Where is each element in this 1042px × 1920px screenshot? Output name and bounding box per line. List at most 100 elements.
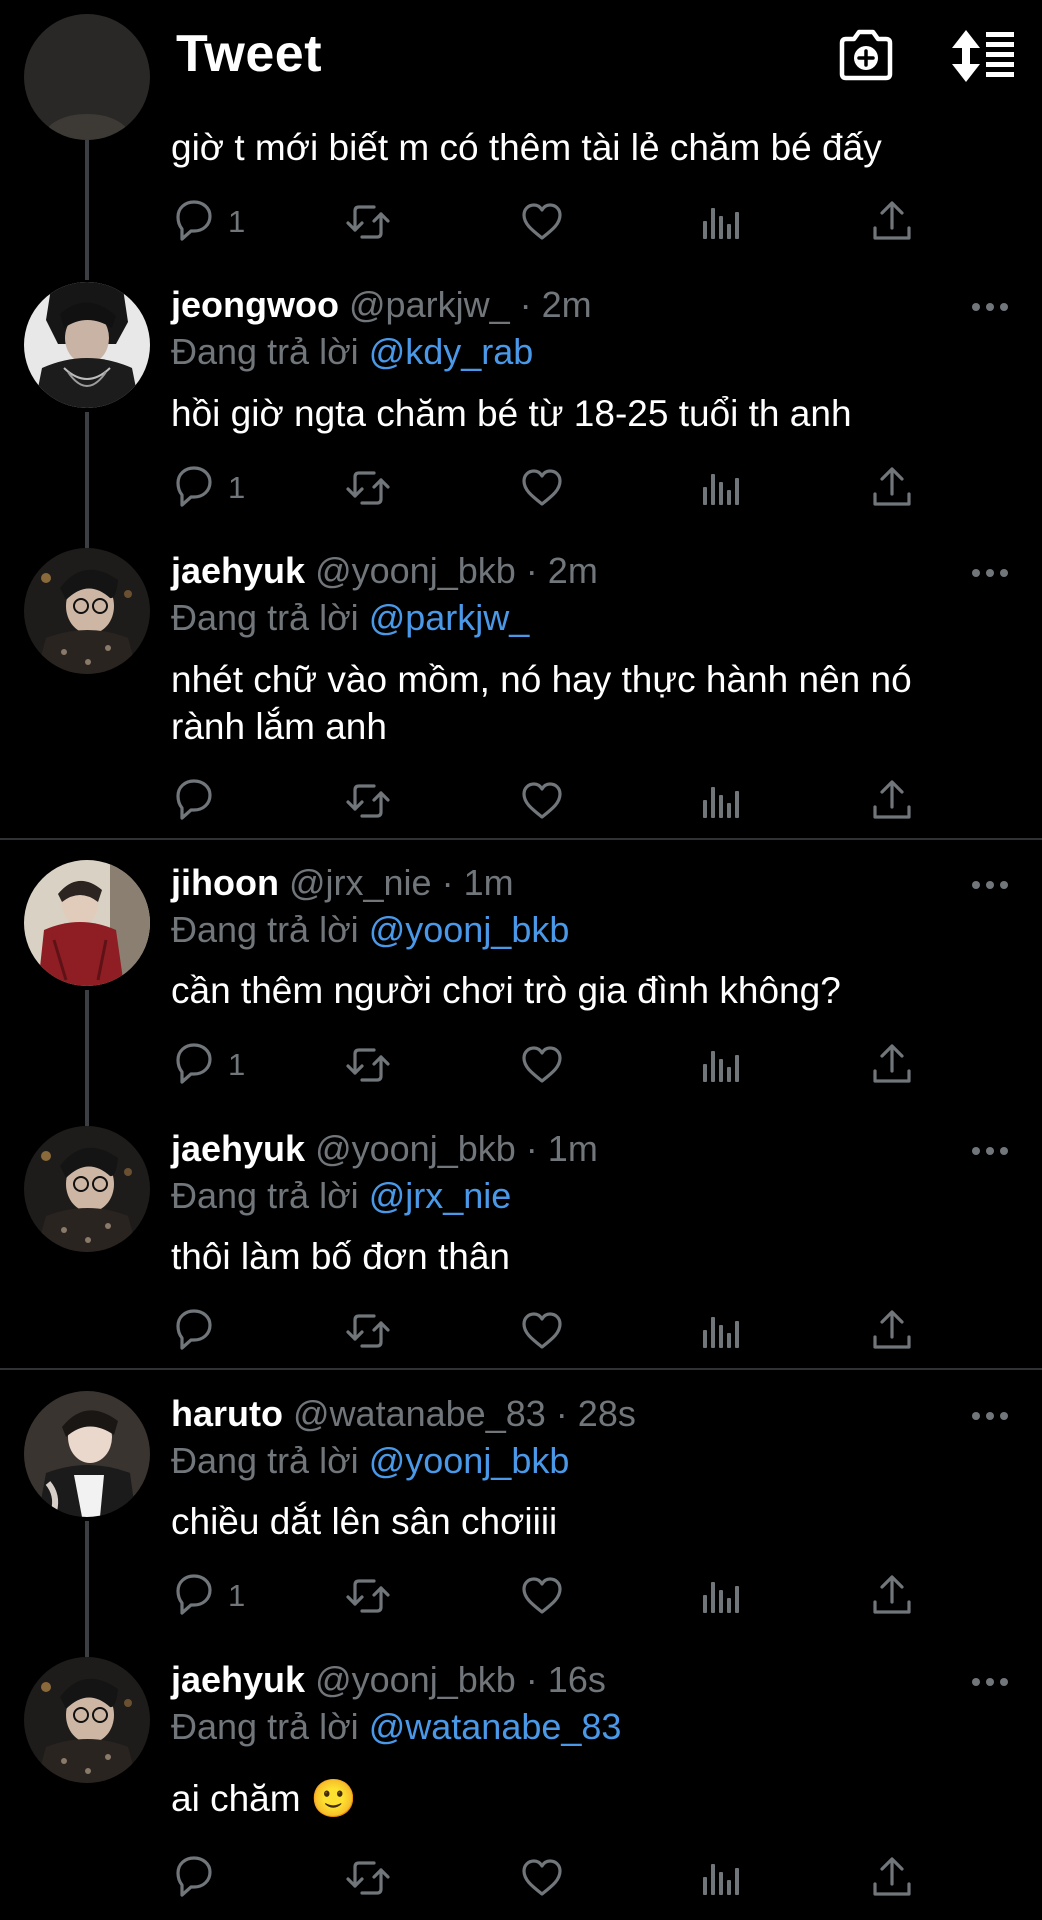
avatar[interactable] [24,1126,150,1252]
reply-button[interactable] [170,776,228,826]
separator-dot: · [525,1128,538,1169]
reply-button[interactable]: 1 [170,1571,245,1621]
display-name[interactable]: jaehyuk [171,1659,305,1700]
analytics-button[interactable] [695,1040,743,1090]
reply-count: 1 [228,1047,246,1082]
sort-button[interactable] [950,28,1016,84]
more-options-button[interactable] [970,878,1010,890]
tweet-text: ai chăm 🙂 [171,1778,357,1819]
share-icon [873,201,911,240]
replying-to-mention[interactable]: @kdy_rab [369,331,534,372]
display-name[interactable]: jihoon [171,862,279,903]
tweet-header: jeongwoo @parkjw_ · 2m [171,282,592,328]
tweet-text: thôi làm bố đơn thân [171,1236,510,1277]
reply-button[interactable] [170,1306,228,1356]
replying-to-label: Đang trả lời [171,1706,359,1747]
analytics-button[interactable] [695,197,743,247]
more-options-button[interactable] [970,300,1010,312]
retweet-button[interactable] [344,1306,392,1356]
retweet-button[interactable] [344,1040,392,1090]
tweet-actions: 1 [0,1040,1042,1090]
timestamp: 1m [463,862,514,903]
display-name[interactable]: jaehyuk [171,550,305,591]
like-button[interactable] [518,1306,566,1356]
user-handle[interactable]: @jrx_nie [289,862,432,903]
analytics-button[interactable] [695,776,743,826]
user-handle[interactable]: @yoonj_bkb [315,1659,516,1700]
share-button[interactable] [868,1853,916,1903]
reply-button[interactable] [170,1853,228,1903]
bar-chart-icon [703,1051,739,1082]
like-button[interactable] [518,197,566,247]
replying-to-mention[interactable]: @jrx_nie [369,1175,512,1216]
like-button[interactable] [518,776,566,826]
more-horizontal-icon [972,303,1008,311]
avatar[interactable] [24,548,150,674]
share-icon [873,1575,911,1614]
like-button[interactable] [518,1571,566,1621]
user-handle[interactable]: @yoonj_bkb [315,1128,516,1169]
heart-icon [522,1577,562,1614]
bar-chart-icon [703,1317,739,1348]
reply-button[interactable]: 1 [170,1040,245,1090]
retweet-button[interactable] [344,463,392,513]
share-button[interactable] [868,1040,916,1090]
retweet-button[interactable] [344,776,392,826]
replying-to: Đang trả lời @watanabe_83 [171,1704,621,1750]
replying-to-label: Đang trả lời [171,597,359,638]
avatar-image [24,1391,150,1517]
display-name[interactable]: jaehyuk [171,1128,305,1169]
analytics-button[interactable] [695,1306,743,1356]
tweet-header: jihoon @jrx_nie · 1m [171,860,514,906]
share-button[interactable] [868,197,916,247]
analytics-button[interactable] [695,1853,743,1903]
more-options-button[interactable] [970,566,1010,578]
avatar[interactable] [24,1657,150,1783]
share-button[interactable] [868,1306,916,1356]
reply-button[interactable]: 1 [170,463,245,513]
replying-to-mention[interactable]: @watanabe_83 [369,1706,622,1747]
retweet-button[interactable] [344,1853,392,1903]
replying-to-label: Đang trả lời [171,1440,359,1481]
share-button[interactable] [868,1571,916,1621]
avatar[interactable] [24,860,150,986]
replying-to-mention[interactable]: @yoonj_bkb [369,909,570,950]
camera-button[interactable] [836,26,896,84]
bar-chart-icon [703,208,739,239]
replying-to: Đang trả lời @yoonj_bkb [171,1438,569,1484]
display-name[interactable]: jeongwoo [171,284,339,325]
bar-chart-icon [703,1582,739,1613]
user-handle[interactable]: @yoonj_bkb [315,550,516,591]
reply-button[interactable]: 1 [170,197,245,247]
retweet-icon [346,205,390,239]
like-button[interactable] [518,1040,566,1090]
share-button[interactable] [868,776,916,826]
share-button[interactable] [868,463,916,513]
tweet-text: nhét chữ vào mồm, nó hay thực hành nên n… [171,659,912,747]
like-button[interactable] [518,463,566,513]
more-horizontal-icon [972,569,1008,577]
avatar[interactable] [24,14,150,140]
retweet-button[interactable] [344,1571,392,1621]
replying-to-mention[interactable]: @parkjw_ [369,597,530,638]
separator-dot: · [441,862,454,903]
replying-to-mention[interactable]: @yoonj_bkb [369,1440,570,1481]
analytics-button[interactable] [695,1571,743,1621]
replying-to-label: Đang trả lời [171,909,359,950]
display-name[interactable]: haruto [171,1393,283,1434]
more-options-button[interactable] [970,1675,1010,1687]
analytics-button[interactable] [695,463,743,513]
heart-icon [522,469,562,506]
like-button[interactable] [518,1853,566,1903]
tweet-text: chiều dắt lên sân chơiiii [171,1501,558,1542]
avatar[interactable] [24,282,150,408]
user-handle[interactable]: @watanabe_83 [293,1393,546,1434]
retweet-button[interactable] [344,197,392,247]
reply-count: 1 [228,204,246,239]
tweet-header: jaehyuk @yoonj_bkb · 2m [171,548,598,594]
user-handle[interactable]: @parkjw_ [349,284,510,325]
more-options-button[interactable] [970,1144,1010,1156]
replying-to: Đang trả lời @kdy_rab [171,329,533,375]
more-options-button[interactable] [970,1409,1010,1421]
avatar[interactable] [24,1391,150,1517]
